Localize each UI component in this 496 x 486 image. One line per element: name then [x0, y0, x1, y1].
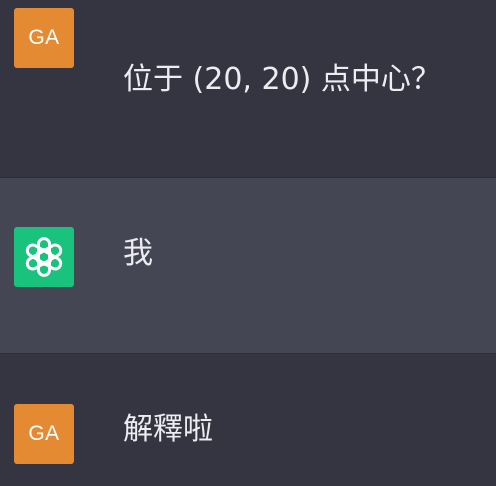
openai-logo-icon: [25, 237, 63, 277]
user-avatar-initials: GA: [28, 422, 60, 445]
user-message-text: 位于 (20, 20) 点中心？: [123, 62, 441, 97]
assistant-avatar: [14, 227, 74, 287]
user-message: GA 解釋啦: [0, 354, 496, 486]
user-avatar: GA: [14, 8, 74, 68]
chat-thread: GA 位于 (20, 20) 点中心？ 我 GA 解釋啦: [0, 0, 496, 486]
assistant-message-text: 我: [123, 236, 153, 271]
user-message: GA 位于 (20, 20) 点中心？: [0, 0, 496, 177]
assistant-message: 我: [0, 177, 496, 354]
user-message-text: 解釋啦: [123, 412, 213, 447]
user-avatar-initials: GA: [28, 26, 60, 49]
user-avatar: GA: [14, 404, 74, 464]
